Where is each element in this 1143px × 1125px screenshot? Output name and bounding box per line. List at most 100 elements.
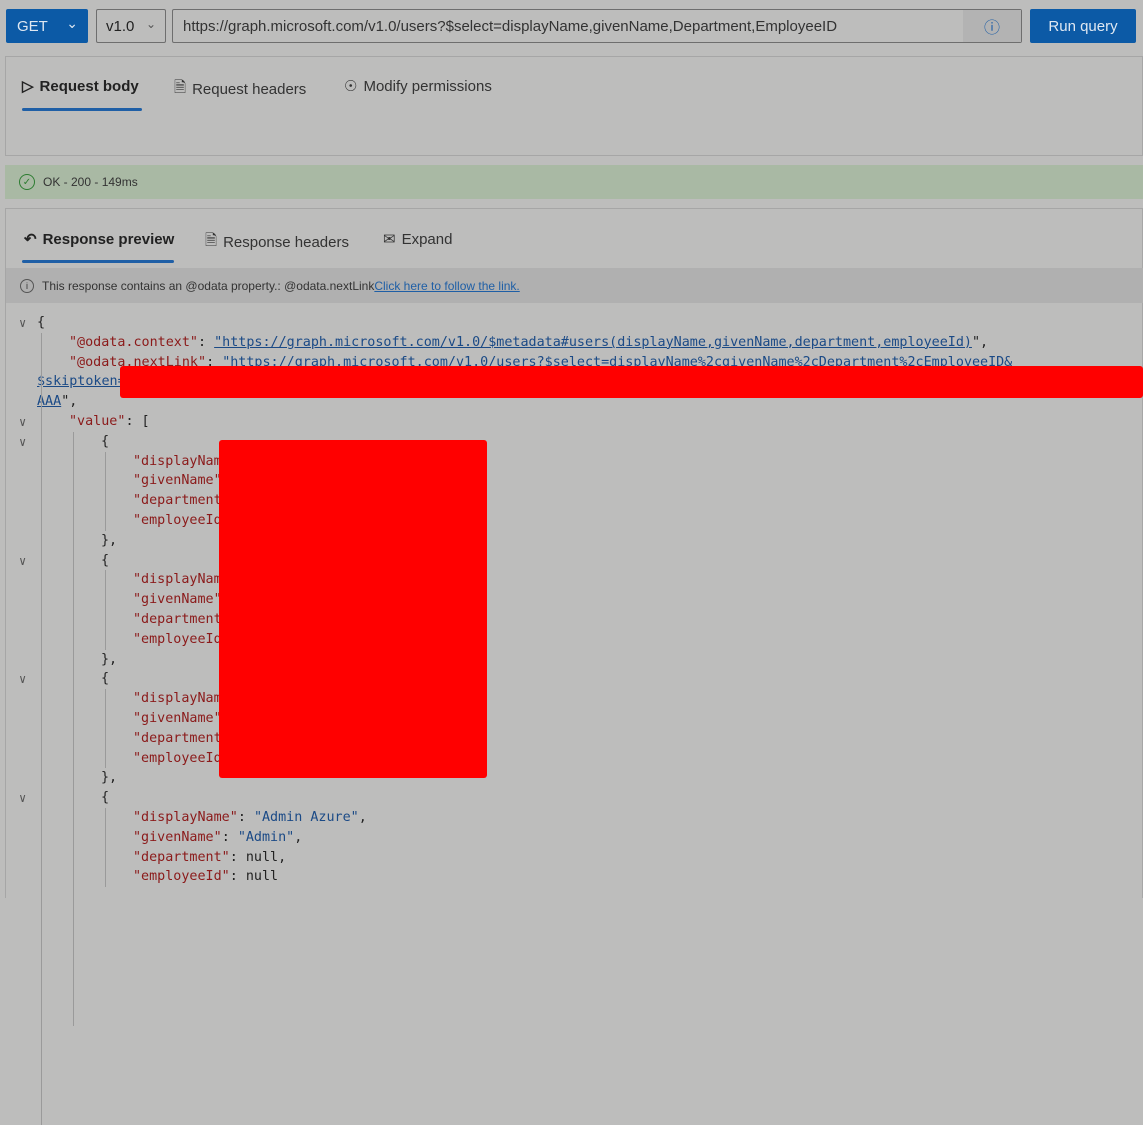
json-key: "employeeId": [133, 869, 230, 885]
tab-label: Modify permissions: [363, 77, 492, 95]
collapse-chevron-icon[interactable]: ∨: [19, 788, 26, 808]
code-line: "employeeId": [133, 511, 230, 531]
version-select[interactable]: v1.0 ⌄: [96, 9, 166, 43]
redaction: [219, 440, 487, 778]
indent-guide: [41, 332, 42, 1125]
response-panel: ↶ Response preview 🗎 Response headers ✉ Exp…: [5, 208, 1143, 898]
collapse-chevron-icon[interactable]: ∨: [19, 551, 26, 571]
code-line: "department": [133, 729, 230, 749]
json-link[interactable]: $skiptoken=: [37, 374, 126, 389]
active-tab-indicator: [22, 260, 174, 263]
json-key: "department": [133, 612, 230, 627]
json-punct: : null,: [229, 849, 287, 865]
indent-guide: [105, 451, 106, 531]
json-punct: :: [198, 334, 215, 350]
collapse-chevron-icon[interactable]: ∨: [19, 412, 26, 432]
collapse-chevron-icon[interactable]: ∨: [19, 669, 26, 689]
tab-label: Request body: [39, 77, 139, 95]
info-bar: i This response contains an @odata proper…: [6, 268, 1143, 303]
document-icon: 🗎: [174, 79, 187, 96]
indent-guide: [105, 689, 106, 769]
json-punct: : null: [229, 869, 279, 885]
info-text: This response contains an @odata propert…: [42, 278, 375, 293]
code-line: {: [37, 313, 45, 333]
send-icon: ▷: [22, 78, 34, 95]
run-query-button[interactable]: Run query: [1030, 9, 1136, 43]
chevron-down-icon: ⌄: [66, 15, 78, 31]
code-line: "givenName": [133, 471, 222, 491]
json-key: "employeeId": [133, 513, 230, 528]
json-key: "displayName": [133, 810, 238, 825]
json-punct: ",: [61, 394, 78, 410]
json-string: "Admin Azure": [253, 810, 359, 825]
tab-request-headers[interactable]: 🗎 Request headers: [174, 77, 306, 102]
tab-label: Response headers: [223, 234, 349, 251]
json-punct: :: [237, 810, 254, 825]
json-key: "@odata.context": [69, 334, 198, 350]
code-line: "givenName": "Admin",: [133, 828, 302, 848]
collapse-chevron-icon[interactable]: ∨: [19, 432, 26, 452]
tab-response-headers[interactable]: 🗎 Response headers: [205, 230, 349, 255]
collapse-chevron-icon[interactable]: ∨: [19, 313, 26, 333]
json-punct: ,: [294, 829, 303, 845]
request-panel: ▷ Request body 🗎 Request headers ☉ Modify p…: [5, 56, 1143, 156]
json-punct: {: [101, 552, 110, 568]
document-icon: 🗎: [205, 232, 218, 249]
json-link[interactable]: "https://graph.microsoft.com/v1.0/$metad…: [214, 335, 972, 350]
json-key: "value": [69, 414, 126, 429]
tab-label: Request headers: [192, 81, 307, 98]
method-value: GET: [17, 17, 48, 35]
json-punct: {: [37, 315, 46, 330]
status-bar: ✓ OK - 200 - 149ms: [5, 165, 1143, 199]
code-line: AAA",: [37, 392, 77, 412]
expand-icon: ✉: [383, 231, 396, 248]
json-punct: {: [101, 433, 110, 449]
code-line: "givenName": [133, 590, 222, 610]
code-line: "givenName": [133, 709, 222, 729]
indent-guide: [105, 808, 106, 888]
code-line: {: [101, 669, 109, 689]
json-key: "givenName": [133, 829, 222, 845]
json-key: "department": [133, 730, 230, 746]
code-line: "department": null,: [133, 848, 286, 868]
tab-modify-permissions[interactable]: ☉ Modify permissions: [344, 77, 492, 96]
version-value: v1.0: [106, 17, 135, 35]
json-punct: {: [101, 790, 110, 806]
code-line: "value": [: [69, 412, 150, 432]
follow-link[interactable]: Click here to follow the link.: [374, 279, 519, 293]
indent-guide: [73, 431, 74, 1026]
code-line: "employeeId": null: [133, 867, 278, 887]
code-line: },: [101, 650, 117, 670]
code-line: },: [101, 531, 117, 551]
code-line: {: [101, 432, 109, 452]
info-icon[interactable]: ⓘ: [963, 10, 1021, 42]
json-punct: },: [101, 651, 118, 667]
code-line: },: [101, 768, 117, 788]
method-select[interactable]: GET ⌄: [6, 9, 88, 43]
json-key: "givenName": [133, 473, 222, 489]
url-input[interactable]: https://graph.microsoft.com/v1.0/users?$…: [172, 9, 1022, 43]
tab-label: Response preview: [42, 230, 175, 248]
undo-icon: ↶: [24, 231, 37, 248]
json-punct: },: [101, 770, 118, 786]
url-value: https://graph.microsoft.com/v1.0/users?$…: [183, 17, 838, 35]
json-punct: },: [101, 532, 118, 548]
code-line: "department": [133, 491, 230, 511]
chevron-down-icon: ⌄: [145, 17, 156, 31]
status-text: OK - 200 - 149ms: [43, 175, 138, 189]
tab-response-preview[interactable]: ↶ Response preview: [24, 230, 175, 249]
code-line: "displayName": "Admin Azure",: [133, 808, 367, 828]
json-key: "employeeId": [133, 631, 230, 647]
json-punct: ",: [971, 334, 989, 350]
tab-expand[interactable]: ✉ Expand: [383, 230, 452, 249]
json-key: "department": [133, 493, 230, 509]
json-punct: :: [221, 829, 238, 845]
tab-request-body[interactable]: ▷ Request body: [22, 77, 139, 96]
code-line: "department": [133, 610, 230, 630]
code-line: "employeeId": [133, 630, 230, 650]
redaction: [120, 366, 1143, 398]
active-tab-indicator: [22, 108, 142, 111]
json-punct: : [: [125, 414, 150, 429]
info-icon: i: [20, 278, 34, 293]
json-punct: ,: [358, 810, 367, 825]
